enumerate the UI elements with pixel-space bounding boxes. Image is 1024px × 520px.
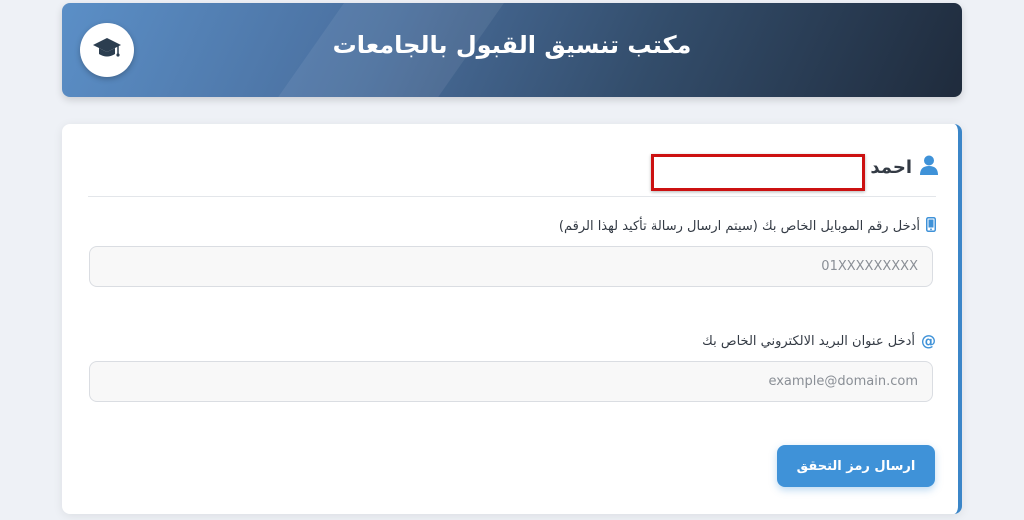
send-verification-button[interactable]: ارسال رمز التحقق bbox=[777, 445, 935, 487]
mobile-phone-icon bbox=[926, 216, 936, 236]
mobile-label: أدخل رقم الموبايل الخاص بك (سيتم ارسال ر… bbox=[559, 216, 936, 236]
email-input[interactable] bbox=[89, 361, 933, 402]
email-label: @ أدخل عنوان البريد الالكتروني الخاص بك bbox=[702, 331, 936, 351]
user-info: احمد bbox=[870, 154, 938, 180]
page: مكتب تنسيق القبول بالجامعات احمد أدخل رق… bbox=[0, 0, 1024, 520]
divider bbox=[88, 196, 936, 197]
page-title: مكتب تنسيق القبول بالجامعات bbox=[332, 31, 692, 59]
form-card: احمد أدخل رقم الموبايل الخاص بك (سيتم ار… bbox=[62, 124, 962, 514]
at-sign-icon: @ bbox=[921, 332, 936, 350]
mobile-input[interactable] bbox=[89, 246, 933, 287]
redaction-box bbox=[651, 154, 865, 191]
mobile-label-text: أدخل رقم الموبايل الخاص بك (سيتم ارسال ر… bbox=[558, 218, 920, 234]
user-icon bbox=[920, 155, 938, 179]
header-banner: مكتب تنسيق القبول بالجامعات bbox=[62, 3, 962, 97]
user-name: احمد bbox=[870, 156, 912, 178]
email-label-text: أدخل عنوان البريد الالكتروني الخاص بك bbox=[702, 333, 915, 349]
